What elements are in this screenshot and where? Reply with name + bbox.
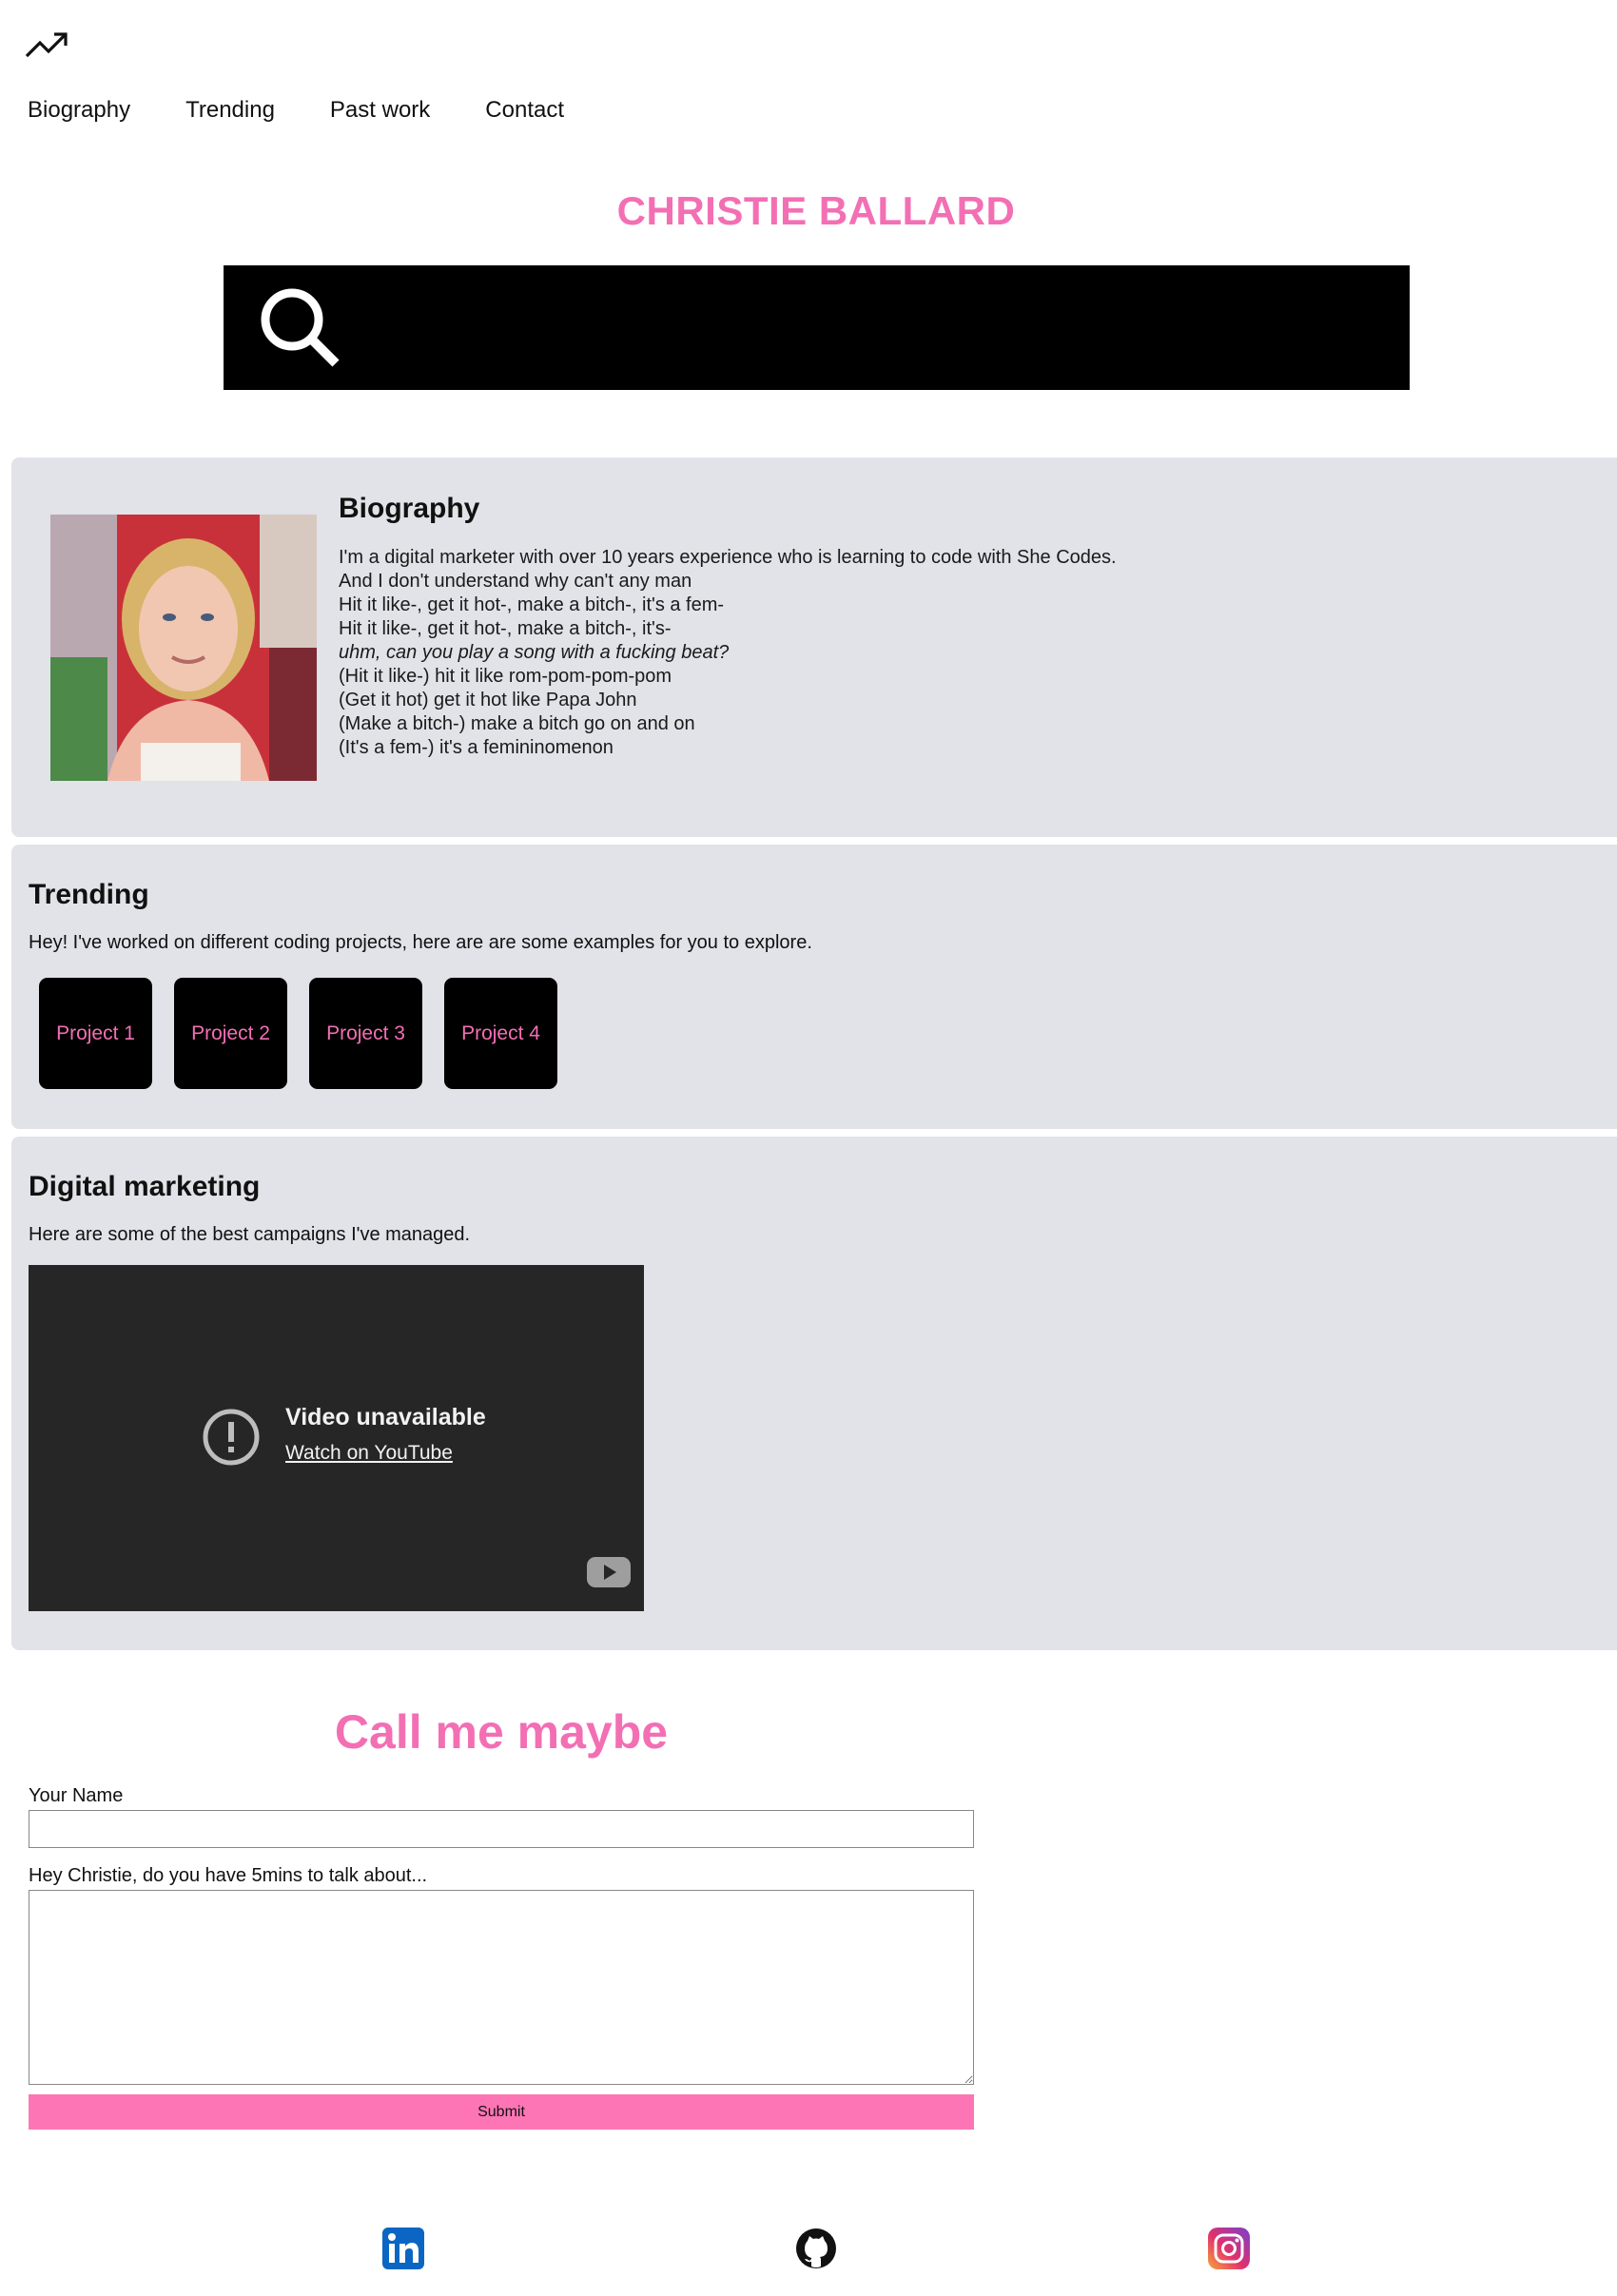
nav-contact[interactable]: Contact: [485, 97, 564, 124]
search-input[interactable]: [347, 284, 1384, 370]
trending-intro: Hey! I've worked on different coding pro…: [29, 932, 812, 953]
profile-photo: [50, 515, 317, 781]
trending-heading: Trending: [29, 879, 149, 910]
project-4-button[interactable]: Project 4: [444, 978, 557, 1089]
project-list: Project 1 Project 2 Project 3 Project 4: [39, 978, 557, 1089]
youtube-icon[interactable]: [586, 1556, 632, 1588]
contact-heading: Call me maybe: [334, 1705, 669, 1759]
bio-line: (Get it hot) get it hot like Papa John: [339, 690, 637, 710]
github-icon[interactable]: [795, 2228, 837, 2269]
main-nav: Biography Trending Past work Contact: [28, 97, 564, 124]
project-2-button[interactable]: Project 2: [174, 978, 287, 1089]
watch-on-youtube-link[interactable]: Watch on YouTube: [285, 1442, 453, 1465]
bio-line: I'm a digital marketer with over 10 year…: [339, 547, 1117, 568]
bio-line: Hit it like-, get it hot-, make a bitch-…: [339, 594, 725, 615]
search-bar[interactable]: [224, 265, 1410, 390]
digital-marketing-heading: Digital marketing: [29, 1171, 261, 1202]
trending-up-icon[interactable]: [25, 29, 68, 61]
nav-past-work[interactable]: Past work: [330, 97, 430, 124]
nav-biography[interactable]: Biography: [28, 97, 130, 124]
digital-marketing-intro: Here are some of the best campaigns I've…: [29, 1224, 471, 1245]
project-1-button[interactable]: Project 1: [39, 978, 152, 1089]
bio-line: (It's a fem-) it's a femininomenon: [339, 737, 614, 758]
bio-line: (Make a bitch-) make a bitch go on and o…: [339, 713, 695, 734]
video-player[interactable]: Video unavailable Watch on YouTube: [29, 1265, 644, 1611]
bio-line: And I don't understand why can't any man: [339, 571, 692, 592]
message-label: Hey Christie, do you have 5mins to talk …: [29, 1865, 428, 1886]
name-field[interactable]: [29, 1810, 974, 1848]
nav-trending[interactable]: Trending: [185, 97, 275, 124]
bio-line: uhm, can you play a song with a fucking …: [339, 642, 730, 663]
site-title: CHRISTIE BALLARD: [616, 188, 1016, 233]
project-3-button[interactable]: Project 3: [309, 978, 422, 1089]
alert-circle-icon: [203, 1409, 260, 1466]
submit-button[interactable]: Submit: [29, 2094, 974, 2130]
biography-heading: Biography: [339, 493, 480, 524]
message-field[interactable]: [29, 1890, 974, 2085]
name-label: Your Name: [29, 1785, 124, 1806]
instagram-icon[interactable]: [1208, 2228, 1250, 2269]
biography-text: I'm a digital marketer with over 10 year…: [339, 546, 1117, 760]
search-icon[interactable]: [252, 280, 347, 375]
bio-line: Hit it like-, get it hot-, make a bitch-…: [339, 618, 672, 639]
linkedin-icon[interactable]: [382, 2228, 424, 2269]
bio-line: (Hit it like-) hit it like rom-pom-pom-p…: [339, 666, 672, 687]
video-unavailable-title: Video unavailable: [285, 1404, 486, 1430]
